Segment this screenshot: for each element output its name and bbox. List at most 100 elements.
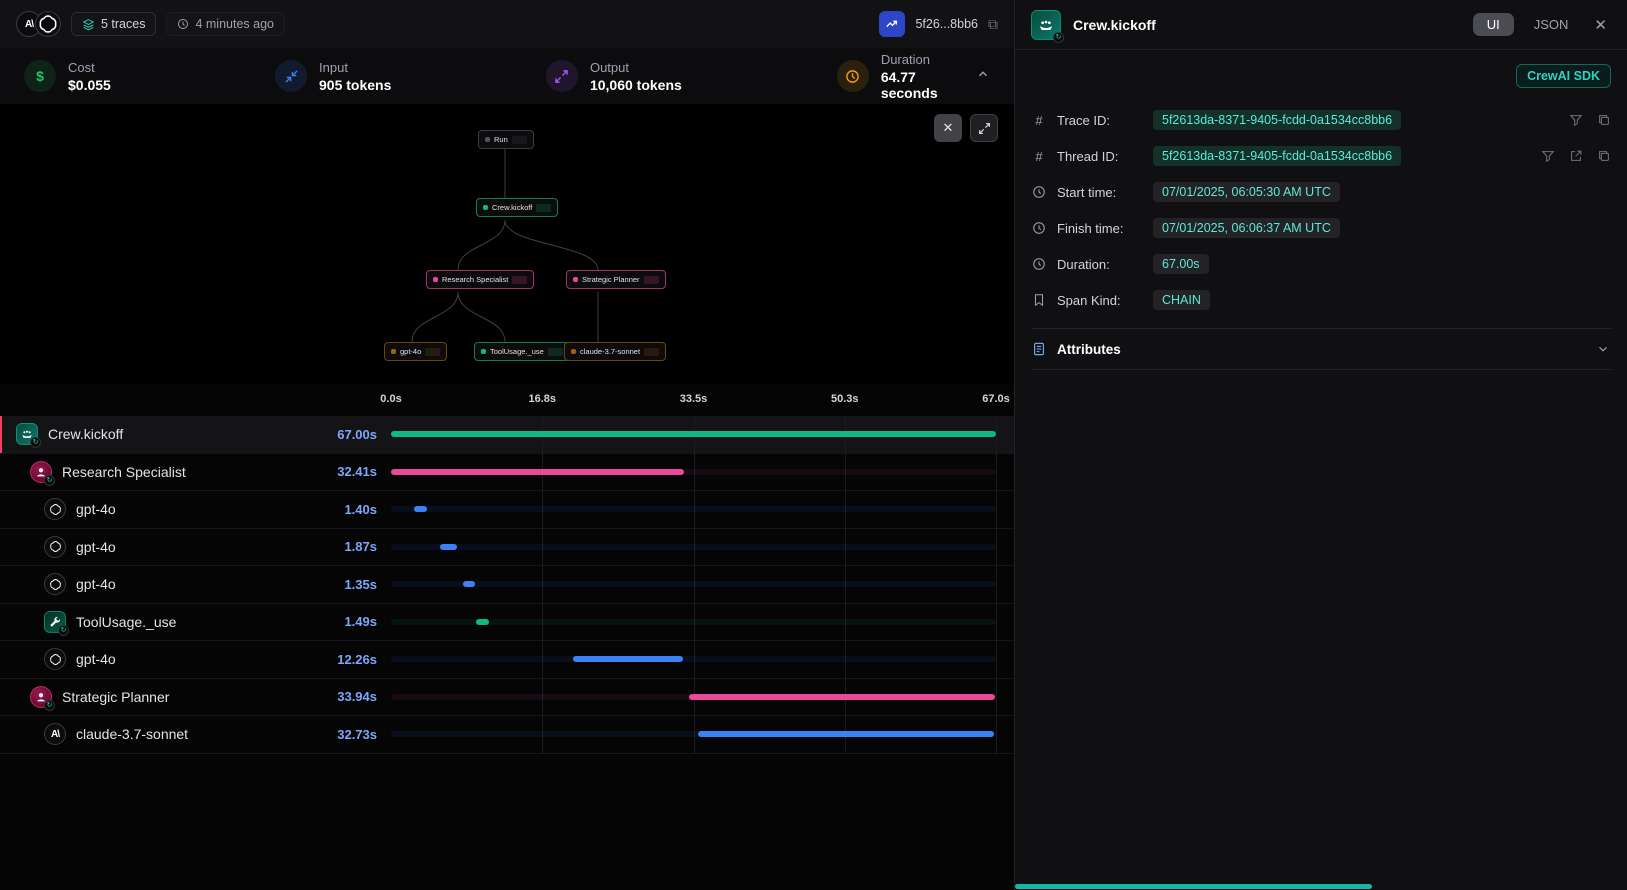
field-label: Trace ID: [1057, 113, 1143, 128]
openai-icon [44, 648, 66, 670]
span-name: gpt-4o [76, 501, 307, 517]
stat-output: Output 10,060 tokens [546, 60, 837, 93]
openai-icon [44, 498, 66, 520]
span-name: gpt-4o [76, 539, 307, 555]
node-duration-chip [512, 276, 527, 284]
details-header: ↻ Crew.kickoff UI JSON ✕ [1015, 0, 1627, 50]
node-type-dot [573, 277, 578, 282]
traces-count-label: 5 traces [101, 17, 145, 31]
timeline-row-gpt4o-4[interactable]: gpt-4o 12.26s [0, 641, 1014, 679]
axis-tick: 50.3s [831, 393, 859, 405]
filter-icon[interactable] [1541, 149, 1555, 163]
openai-icon [44, 573, 66, 595]
timeline-bar[interactable] [698, 731, 994, 737]
field-trace-id: # Trace ID: 5f2613da-8371-9405-fcdd-0a15… [1031, 102, 1611, 138]
timeline-row-gpt4o-2[interactable]: gpt-4o 1.87s [0, 529, 1014, 567]
timeline-row-toolusage[interactable]: ↻ ToolUsage._use 1.49s [0, 604, 1014, 642]
stat-input: Input 905 tokens [275, 60, 546, 93]
traces-count-badge[interactable]: 5 traces [71, 12, 156, 36]
timeline-rows: ↻ Crew.kickoff 67.00s ↻ Research Special… [0, 416, 1014, 754]
timeline-track [391, 544, 996, 550]
span-name: gpt-4o [76, 651, 307, 667]
graph-node-crew-kickoff[interactable]: Crew.kickoff [476, 198, 558, 217]
node-duration-chip [644, 276, 659, 284]
clock-icon [177, 18, 189, 30]
graph-node-toolusage[interactable]: ToolUsage._use [474, 342, 570, 361]
close-graph-button[interactable]: ✕ [934, 114, 962, 142]
instrumented-badge-icon: ↻ [1053, 32, 1064, 43]
field-thread-id: # Thread ID: 5f2613da-8371-9405-fcdd-0a1… [1031, 138, 1611, 174]
span-duration: 33.94s [317, 689, 377, 704]
chevron-down-icon[interactable] [1595, 342, 1611, 356]
timeline-bar[interactable] [689, 694, 995, 700]
expand-graph-button[interactable] [970, 114, 998, 142]
axis-tick: 16.8s [528, 393, 556, 405]
copy-icon[interactable] [1597, 113, 1611, 127]
field-label: Duration: [1057, 257, 1143, 272]
details-title: Crew.kickoff [1073, 17, 1461, 33]
graph-node-research-specialist[interactable]: Research Specialist [426, 270, 534, 289]
copy-trace-id-icon[interactable]: ⧉ [988, 16, 998, 33]
node-label: Strategic Planner [582, 275, 640, 284]
timeline-bar[interactable] [391, 469, 684, 475]
node-duration-chip [644, 348, 659, 356]
span-name: Crew.kickoff [48, 426, 307, 442]
field-value: 07/01/2025, 06:06:37 AM UTC [1153, 218, 1340, 238]
timeline-bar[interactable] [476, 619, 489, 625]
timeline-bar[interactable] [440, 544, 457, 550]
instrumented-badge-icon: ↻ [58, 625, 69, 636]
layers-icon [82, 18, 95, 31]
timeline-row-claude[interactable]: A\ claude-3.7-sonnet 32.73s [0, 716, 1014, 754]
instrumented-badge-icon: ↻ [30, 437, 41, 448]
clock-icon [1031, 221, 1047, 235]
timeline-bar[interactable] [573, 656, 684, 662]
waterfall-timeline: 0.0s 16.8s 33.5s 50.3s 67.0s [0, 384, 1014, 890]
timeline-bar[interactable] [414, 506, 427, 512]
timeline-row-gpt4o-1[interactable]: gpt-4o 1.40s [0, 491, 1014, 529]
field-label: Thread ID: [1057, 149, 1143, 164]
stat-label: Output [590, 60, 682, 75]
graph-node-run[interactable]: Run [478, 130, 534, 149]
trace-metrics-icon[interactable] [879, 11, 905, 37]
node-duration-chip [512, 136, 527, 144]
span-duration: 1.35s [317, 577, 377, 592]
timeline-row-strategic-planner[interactable]: ↻ Strategic Planner 33.94s [0, 679, 1014, 717]
app: A\ 5 traces 4 minutes ago 5f26...8bb6 ⧉ [0, 0, 1627, 890]
timeline-bar[interactable] [463, 581, 475, 587]
trace-graph-canvas[interactable]: Run Crew.kickoff Research Specialist Str… [0, 104, 1014, 384]
node-type-dot [481, 349, 486, 354]
timeline-bar[interactable] [391, 431, 996, 437]
timeline-row-crew-kickoff[interactable]: ↻ Crew.kickoff 67.00s [0, 416, 1014, 454]
trace-topbar: A\ 5 traces 4 minutes ago 5f26...8bb6 ⧉ [0, 0, 1014, 48]
timeline-row-research-specialist[interactable]: ↻ Research Specialist 32.41s [0, 454, 1014, 492]
collapse-stats-chevron-icon[interactable] [976, 67, 990, 86]
axis-tick: 0.0s [380, 393, 401, 405]
close-panel-icon[interactable]: ✕ [1590, 14, 1611, 36]
span-duration: 12.26s [317, 652, 377, 667]
graph-node-strategic-planner[interactable]: Strategic Planner [566, 270, 666, 289]
horizontal-scrollbar[interactable] [1015, 884, 1372, 889]
graph-node-claude[interactable]: claude-3.7-sonnet [564, 342, 666, 361]
timeline-row-gpt4o-3[interactable]: gpt-4o 1.35s [0, 566, 1014, 604]
duration-clock-icon [837, 60, 869, 92]
tool-icon: ↻ [44, 611, 66, 633]
timeline-track [391, 506, 996, 512]
filter-icon[interactable] [1569, 113, 1583, 127]
attributes-section-header[interactable]: Attributes [1031, 328, 1611, 370]
dollar-icon: $ [24, 60, 56, 92]
graph-node-gpt-4o[interactable]: gpt-4o [384, 342, 447, 361]
external-link-icon[interactable] [1569, 149, 1583, 163]
copy-icon[interactable] [1597, 149, 1611, 163]
bookmark-icon [1031, 293, 1047, 307]
attributes-doc-icon [1031, 342, 1047, 356]
span-name: gpt-4o [76, 576, 307, 592]
view-toggle-ui[interactable]: UI [1473, 13, 1514, 36]
field-value: CHAIN [1153, 290, 1210, 310]
node-label: Research Specialist [442, 275, 508, 284]
openai-logo-icon [35, 11, 61, 37]
stat-value: 905 tokens [319, 77, 391, 93]
timeline-axis: 0.0s 16.8s 33.5s 50.3s 67.0s [0, 384, 1014, 416]
instrumented-badge-icon: ↻ [44, 700, 55, 711]
field-span-kind: Span Kind: CHAIN [1031, 282, 1611, 318]
view-toggle-json[interactable]: JSON [1534, 17, 1569, 32]
